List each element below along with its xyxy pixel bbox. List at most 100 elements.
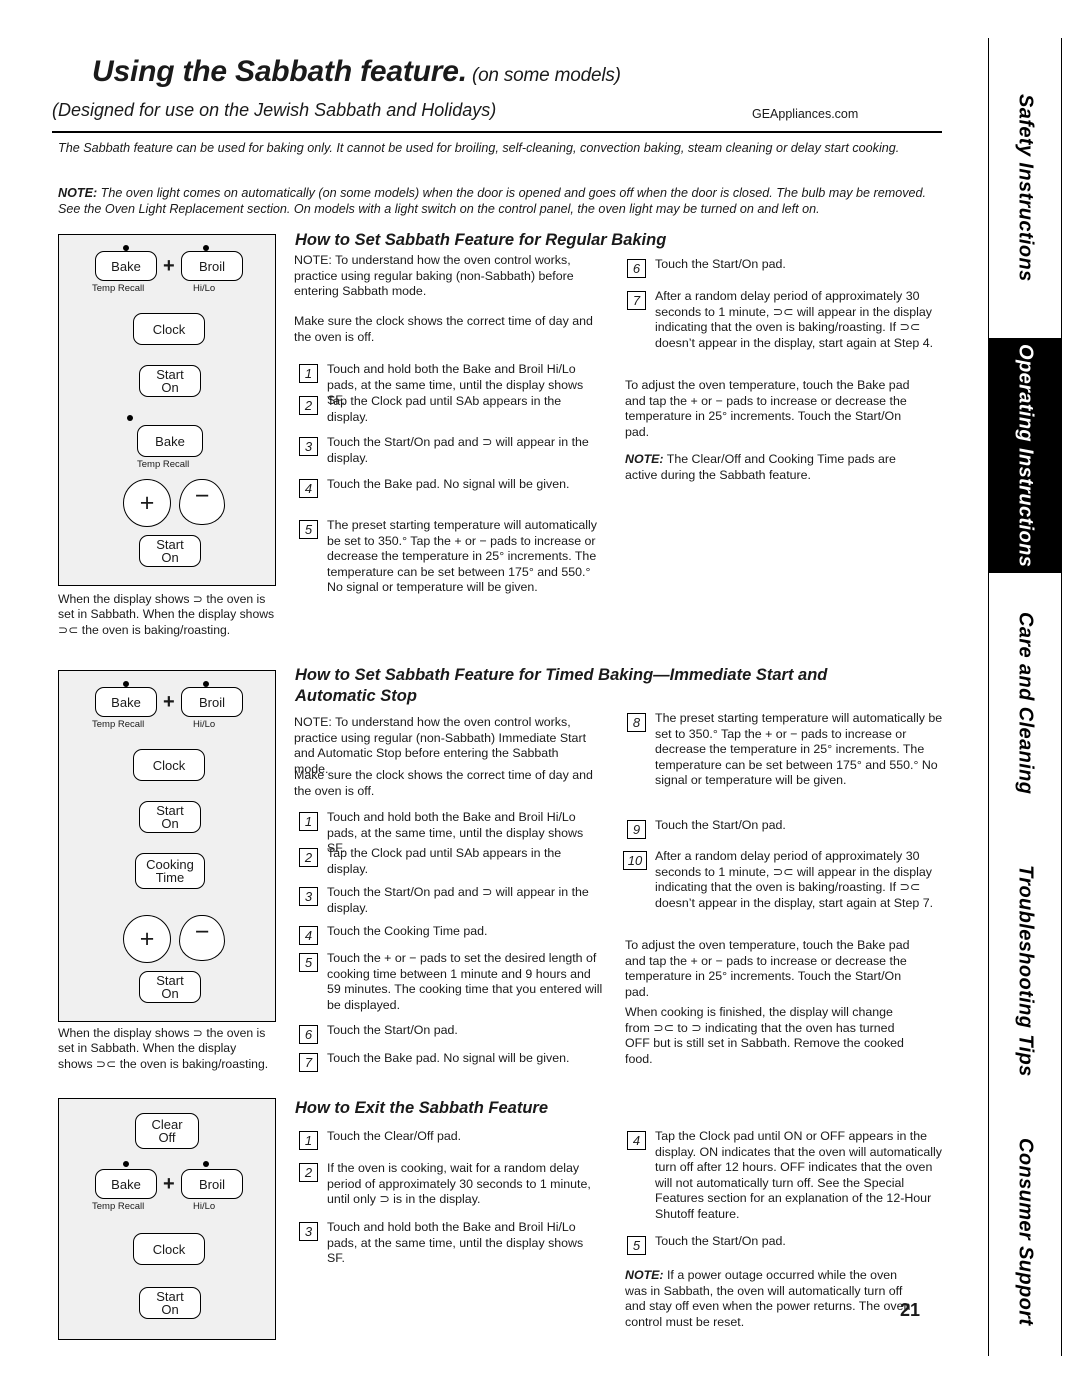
page-title-qualifier: (on some models) bbox=[466, 65, 621, 86]
step-text: The preset starting temperature will aut… bbox=[655, 711, 943, 788]
off-label: Off bbox=[158, 1130, 176, 1145]
on-label: On bbox=[161, 550, 179, 565]
temp-recall-label: Temp Recall bbox=[92, 719, 145, 730]
temp-recall-label: Temp Recall bbox=[92, 283, 145, 294]
broil-pad[interactable]: Broil bbox=[181, 1169, 243, 1199]
step-text: Touch the Bake pad. No signal will be gi… bbox=[327, 477, 570, 491]
section-3-heading: How to Exit the Sabbath Feature bbox=[295, 1099, 549, 1117]
step-number: 9 bbox=[627, 820, 646, 839]
page-number: 21 bbox=[900, 1300, 921, 1320]
hi-lo-label: Hi/Lo bbox=[193, 283, 216, 294]
section-2-tail-1: To adjust the oven temperature, touch th… bbox=[625, 938, 910, 999]
bake-pad-2[interactable]: Bake bbox=[137, 425, 203, 457]
step-text: After a random delay period of approxima… bbox=[655, 849, 934, 910]
oven-light-note: NOTE: The oven light comes on automatica… bbox=[58, 185, 944, 217]
hi-lo-label: Hi/Lo bbox=[193, 1201, 216, 1212]
step-text: Tap the Clock pad until SAb appears in t… bbox=[327, 394, 562, 424]
increase-temp-pad[interactable]: + bbox=[123, 479, 171, 527]
section-3-final-note: NOTE: If a power outage occurred while t… bbox=[625, 1268, 915, 1330]
step-text: After a random delay period of approxima… bbox=[655, 289, 934, 350]
tab-safety-instructions[interactable]: Safety Instructions bbox=[988, 38, 1062, 338]
clock-pad[interactable]: Clock bbox=[133, 1233, 205, 1265]
temp-recall-label: Temp Recall bbox=[92, 1201, 145, 1212]
step-text: Touch the Start/On pad. bbox=[327, 1023, 458, 1037]
hi-lo-label: Hi/Lo bbox=[193, 719, 216, 730]
step-text: Touch the + or − pads to set the desired… bbox=[327, 951, 603, 1012]
clear-off-pad[interactable]: Clear Off bbox=[135, 1113, 199, 1149]
step-number: 6 bbox=[627, 259, 646, 278]
website-label: GEAppliances.com bbox=[752, 107, 859, 121]
page-subtitle: (Designed for use on the Jewish Sabbath … bbox=[52, 100, 497, 120]
decrease-temp-pad[interactable]: − bbox=[179, 479, 225, 525]
step-text: Touch and hold both the Bake and Broil H… bbox=[327, 1220, 584, 1266]
start-on-pad[interactable]: Start On bbox=[139, 801, 201, 833]
on-label: On bbox=[161, 986, 179, 1001]
step-number: 7 bbox=[299, 1053, 318, 1072]
step-number: 10 bbox=[623, 851, 647, 870]
step-number: 6 bbox=[299, 1025, 318, 1044]
time-label: Time bbox=[155, 870, 185, 885]
bake-pad[interactable]: Bake bbox=[95, 1169, 157, 1199]
step-text: The preset starting temperature will aut… bbox=[327, 518, 597, 595]
intro-paragraph: The Sabbath feature can be used for baki… bbox=[58, 141, 900, 155]
step-text: If the oven is cooking, wait for a rando… bbox=[327, 1161, 591, 1207]
step-number: 5 bbox=[627, 1236, 646, 1255]
clock-pad[interactable]: Clock bbox=[133, 313, 205, 345]
step-number: 4 bbox=[299, 926, 318, 945]
step-text: Touch the Start/On pad and ⊃ will appear… bbox=[327, 435, 589, 465]
side-tab-column: Safety Instructions Operating Instructio… bbox=[970, 38, 1080, 1358]
note-label: NOTE: bbox=[625, 452, 664, 466]
cooking-time-pad[interactable]: Cooking Time bbox=[135, 853, 205, 889]
step-text: Touch the Start/On pad. bbox=[655, 1234, 786, 1248]
control-panel-diagram-2: Bake + Broil Temp Recall Hi/Lo Clock Sta… bbox=[58, 670, 276, 1022]
tab-operating-instructions[interactable]: Operating Instructions bbox=[988, 338, 1062, 573]
indicator-dot bbox=[127, 415, 133, 421]
increase-temp-pad[interactable]: + bbox=[123, 915, 171, 963]
step-text: Touch the Clear/Off pad. bbox=[327, 1129, 462, 1143]
note-body: The Clear/Off and Cooking Time pads are … bbox=[625, 452, 896, 482]
step-number: 5 bbox=[299, 520, 318, 539]
step-text: Tap the Clock pad until ON or OFF appear… bbox=[655, 1129, 942, 1221]
header-rule bbox=[52, 131, 942, 133]
step-number: 3 bbox=[299, 887, 318, 906]
temp-recall-label-2: Temp Recall bbox=[137, 459, 190, 470]
section-1-tail-2: NOTE: The Clear/Off and Cooking Time pad… bbox=[625, 452, 915, 483]
step-text: Tap the Clock pad until SAb appears in t… bbox=[327, 846, 562, 876]
bake-pad[interactable]: Bake bbox=[95, 251, 157, 281]
step-text: Touch the Bake pad. No signal will be gi… bbox=[327, 1051, 570, 1065]
start-on-pad-2[interactable]: Start On bbox=[139, 535, 201, 567]
plus-symbol: + bbox=[163, 1173, 175, 1195]
tab-consumer-support[interactable]: Consumer Support bbox=[988, 1108, 1062, 1356]
section-1-note-2: Make sure the clock shows the correct ti… bbox=[294, 314, 593, 344]
plus-symbol: + bbox=[163, 255, 175, 277]
step-number: 3 bbox=[299, 1222, 318, 1241]
section-1-tail-1: To adjust the oven temperature, touch th… bbox=[625, 378, 910, 439]
note-label: NOTE: bbox=[625, 1268, 664, 1282]
indicator-dot bbox=[123, 1161, 129, 1167]
step-number: 1 bbox=[299, 812, 318, 831]
decrease-temp-pad[interactable]: − bbox=[179, 915, 225, 961]
on-label: On bbox=[161, 380, 179, 395]
step-number: 4 bbox=[627, 1131, 646, 1150]
section-2-heading: How to Set Sabbath Feature for Timed Bak… bbox=[295, 666, 828, 705]
start-on-pad[interactable]: Start On bbox=[139, 1287, 201, 1319]
step-number: 3 bbox=[299, 437, 318, 456]
tab-troubleshooting-tips[interactable]: Troubleshooting Tips bbox=[988, 833, 1062, 1108]
start-on-pad-2[interactable]: Start On bbox=[139, 971, 201, 1003]
clock-pad[interactable]: Clock bbox=[133, 749, 205, 781]
note-body: If a power outage occurred while the ove… bbox=[625, 1268, 911, 1329]
note-body: The oven light comes on automatically (o… bbox=[58, 186, 927, 216]
broil-pad[interactable]: Broil bbox=[181, 251, 243, 281]
broil-pad[interactable]: Broil bbox=[181, 687, 243, 717]
indicator-dot bbox=[203, 1161, 209, 1167]
bake-pad[interactable]: Bake bbox=[95, 687, 157, 717]
tab-care-and-cleaning[interactable]: Care and Cleaning bbox=[988, 573, 1062, 833]
step-text: Touch the Start/On pad. bbox=[655, 257, 786, 271]
step-number: 1 bbox=[299, 1131, 318, 1150]
step-number: 4 bbox=[299, 479, 318, 498]
on-label: On bbox=[161, 816, 179, 831]
page-title-main: Using the Sabbath feature. bbox=[92, 55, 467, 88]
start-on-pad[interactable]: Start On bbox=[139, 365, 201, 397]
page-title: Using the Sabbath feature. (on some mode… bbox=[92, 55, 621, 89]
plus-symbol: + bbox=[163, 691, 175, 713]
